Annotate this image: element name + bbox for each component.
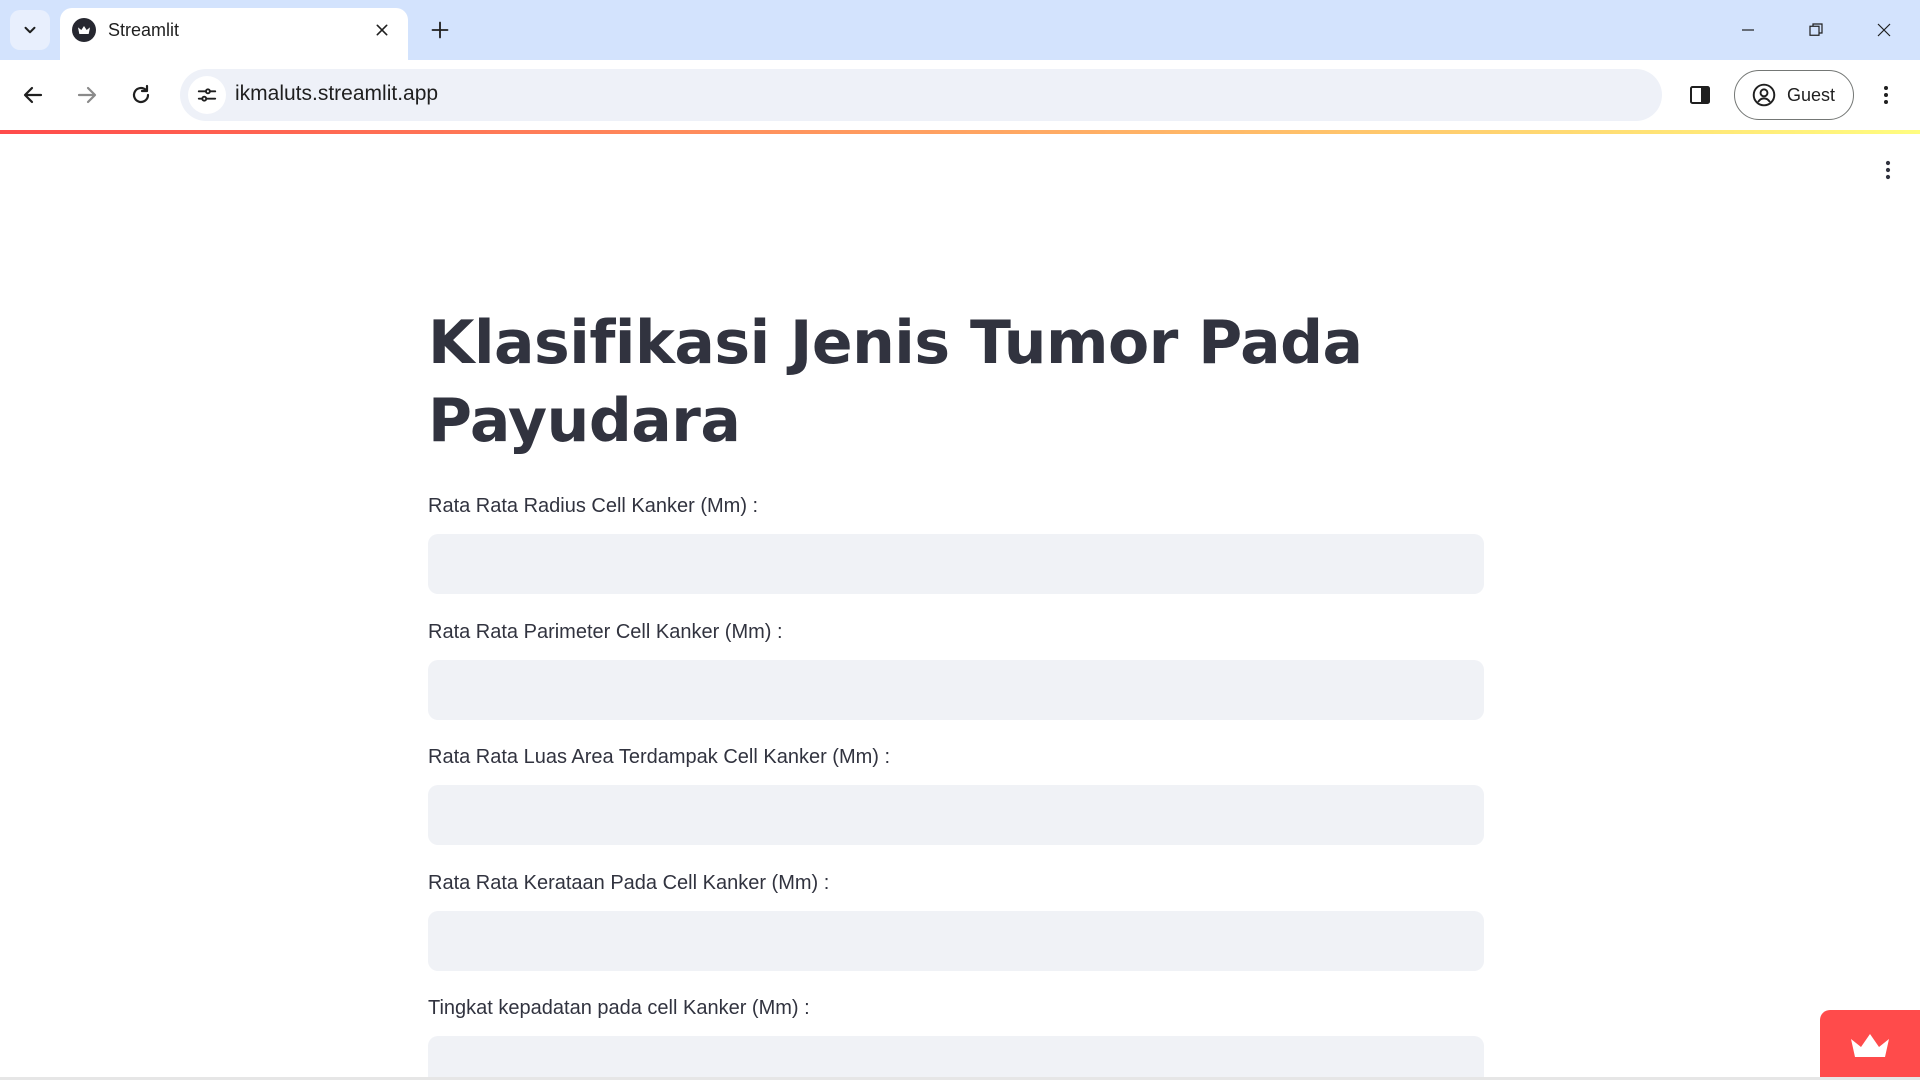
close-icon xyxy=(1877,23,1891,37)
side-panel-icon xyxy=(1690,86,1710,104)
perimeter-input[interactable] xyxy=(428,660,1484,720)
field-area: Rata Rata Luas Area Terdampak Cell Kanke… xyxy=(428,743,1484,845)
profile-label: Guest xyxy=(1787,84,1836,105)
address-bar[interactable]: ikmaluts.streamlit.app xyxy=(180,69,1662,121)
arrow-right-icon xyxy=(77,86,97,104)
tab-title: Streamlit xyxy=(108,20,180,40)
reload-button[interactable] xyxy=(121,75,161,115)
compactness-input[interactable] xyxy=(428,1036,1484,1080)
field-perimeter: Rata Rata Parimeter Cell Kanker (Mm) : xyxy=(428,618,1484,720)
streamlit-app: Klasifikasi Jenis Tumor Pada Payudara Ra… xyxy=(0,134,1920,1080)
field-smoothness: Rata Rata Kerataan Pada Cell Kanker (Mm)… xyxy=(428,869,1484,971)
browser-menu-button[interactable] xyxy=(1868,75,1904,115)
kebab-menu-icon xyxy=(1885,160,1891,180)
tab-search-button[interactable] xyxy=(10,10,50,50)
streamlit-badge-button[interactable] xyxy=(1820,1010,1920,1080)
arrow-left-icon xyxy=(23,86,43,104)
field-label: Rata Rata Parimeter Cell Kanker (Mm) : xyxy=(428,621,783,643)
plus-icon xyxy=(431,21,449,39)
field-compactness: Tingkat kepadatan pada cell Kanker (Mm) … xyxy=(428,994,1484,1080)
app-main-menu-button[interactable] xyxy=(1872,154,1904,186)
close-window-button[interactable] xyxy=(1860,10,1908,50)
tab-close-button[interactable] xyxy=(370,18,394,42)
browser-tab-active[interactable]: Streamlit xyxy=(60,8,408,60)
chevron-down-icon xyxy=(24,26,36,34)
kebab-menu-icon xyxy=(1884,86,1888,104)
browser-toolbar: ikmaluts.streamlit.app Guest xyxy=(0,60,1920,130)
radius-input[interactable] xyxy=(428,534,1484,594)
area-input[interactable] xyxy=(428,785,1484,845)
minimize-icon xyxy=(1742,29,1754,31)
page-title: Klasifikasi Jenis Tumor Pada Payudara xyxy=(428,308,1363,456)
field-label: Tingkat kepadatan pada cell Kanker (Mm) … xyxy=(428,997,810,1019)
streamlit-favicon-icon xyxy=(72,18,96,42)
close-icon xyxy=(376,24,388,36)
field-label: Rata Rata Kerataan Pada Cell Kanker (Mm)… xyxy=(428,872,830,894)
tune-icon xyxy=(197,88,217,102)
account-circle-icon xyxy=(1752,83,1776,107)
profile-button[interactable]: Guest xyxy=(1734,70,1854,120)
field-label: Rata Rata Radius Cell Kanker (Mm) : xyxy=(428,495,759,517)
field-label: Rata Rata Luas Area Terdampak Cell Kanke… xyxy=(428,746,891,768)
url-text[interactable]: ikmaluts.streamlit.app xyxy=(235,82,438,106)
restore-button[interactable] xyxy=(1792,10,1840,50)
reload-icon xyxy=(132,84,150,104)
new-tab-button[interactable] xyxy=(424,14,456,46)
restore-icon xyxy=(1809,23,1823,36)
minimize-button[interactable] xyxy=(1724,10,1772,50)
forward-button[interactable] xyxy=(67,75,107,115)
streamlit-crown-icon xyxy=(1851,1034,1889,1057)
side-panel-button[interactable] xyxy=(1680,75,1720,115)
site-info-button[interactable] xyxy=(188,76,226,114)
back-button[interactable] xyxy=(13,75,53,115)
smoothness-input[interactable] xyxy=(428,911,1484,971)
browser-tab-bar: Streamlit xyxy=(0,0,1920,60)
field-radius: Rata Rata Radius Cell Kanker (Mm) : xyxy=(428,492,1484,594)
